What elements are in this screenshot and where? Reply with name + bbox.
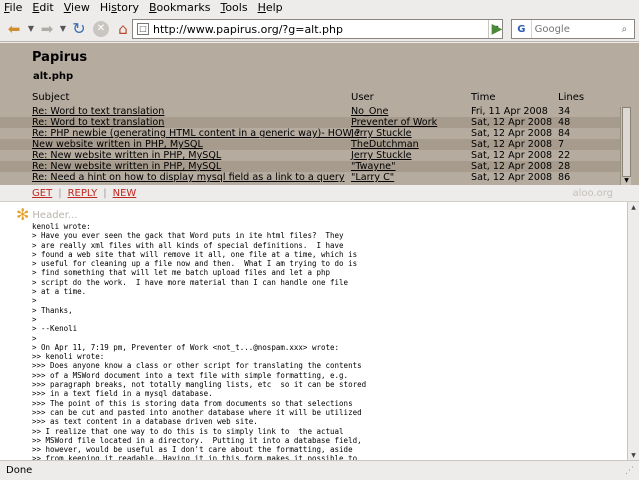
thread-subject-link[interactable]: Re: New website written in PHP, MySQL <box>32 150 221 161</box>
url-input[interactable]: http://www.papirus.org/?g=alt.php <box>153 23 488 36</box>
separator: | <box>103 187 107 199</box>
stop-button[interactable]: ✕ <box>90 18 112 40</box>
thread-user-link[interactable]: TheDutchman <box>351 139 419 150</box>
thread-lines: 34 <box>558 106 571 117</box>
menu-view[interactable]: View <box>59 0 95 16</box>
thread-subject-link[interactable]: Re: Word to text translation <box>32 106 164 117</box>
navigation-toolbar: ⬅ ▼ ➡ ▼ ↻ ✕ ⌂ □ http://www.papirus.org/?… <box>0 16 639 42</box>
thread-lines: 86 <box>558 172 571 183</box>
thread-list-scrollbar[interactable]: ▼ <box>620 107 631 185</box>
go-button[interactable]: ▶ <box>488 20 506 38</box>
status-text: Done <box>6 465 33 476</box>
thread-subject-link[interactable]: Re: Need a hint on how to display mysql … <box>32 172 345 183</box>
site-brand: aloo.org <box>572 187 613 199</box>
thread-row[interactable]: New website written in PHP, MySQL TheDut… <box>0 139 620 150</box>
thread-lines: 7 <box>558 139 565 150</box>
back-button[interactable]: ⬅ <box>2 18 26 40</box>
thread-user-link[interactable]: Preventer of Work <box>351 117 437 128</box>
thread-row[interactable]: Re: New website written in PHP, MySQL "T… <box>0 161 620 172</box>
chevron-down-icon: ▼ <box>59 24 67 33</box>
reply-link[interactable]: REPLY <box>68 188 98 199</box>
column-header-subject[interactable]: Subject <box>32 92 69 103</box>
thread-row[interactable]: Re: PHP newbie (generating HTML content … <box>0 128 620 139</box>
thread-subject-link[interactable]: Re: Word to text translation <box>32 117 164 128</box>
separator: | <box>58 187 62 199</box>
reload-button[interactable]: ↻ <box>68 18 90 40</box>
reload-icon: ↻ <box>72 19 86 38</box>
thread-row[interactable]: Re: Need a hint on how to display mysql … <box>0 172 620 183</box>
scroll-up-icon[interactable]: ▲ <box>628 202 639 213</box>
thread-lines: 48 <box>558 117 571 128</box>
forward-history-dropdown[interactable]: ▼ <box>58 18 68 40</box>
message-pane: ✻ Header... kenoli wrote: > Have you eve… <box>0 201 639 460</box>
column-header-lines[interactable]: Lines <box>558 92 584 103</box>
header-toggle-label: Header... <box>32 209 78 221</box>
column-header-user[interactable]: User <box>351 92 374 103</box>
thread-table: Re: Word to text translation No_One Fri,… <box>0 106 620 183</box>
header-toggle[interactable]: ✻ Header... <box>16 205 78 224</box>
menu-tools[interactable]: Tools <box>215 0 252 16</box>
status-bar: Done ⋰ <box>0 460 639 480</box>
home-button[interactable]: ⌂ <box>112 18 134 40</box>
scroll-down-icon[interactable]: ▼ <box>622 177 631 185</box>
thread-list-pane: Papirus alt.php Subject User Time Lines … <box>0 43 639 185</box>
message-scrollbar[interactable]: ▲ ▼ <box>627 202 639 460</box>
search-icon[interactable]: ⌕ <box>622 24 634 35</box>
thread-row[interactable]: Re: Word to text translation No_One Fri,… <box>0 106 620 117</box>
stop-icon: ✕ <box>93 20 109 37</box>
page-icon: □ <box>137 23 149 35</box>
google-icon: G <box>517 23 526 35</box>
message-action-bar: GET | REPLY | NEW aloo.org <box>0 185 639 201</box>
thread-row[interactable]: Re: New website written in PHP, MySQL Je… <box>0 150 620 161</box>
newsgroup-name: alt.php <box>33 71 74 82</box>
thread-user-link[interactable]: "Larry C" <box>351 172 394 183</box>
thread-time: Sat, 12 Apr 2008 <box>471 172 553 183</box>
menu-bar: File Edit View History Bookmarks Tools H… <box>0 0 639 16</box>
address-bar[interactable]: □ http://www.papirus.org/?g=alt.php ▼ <box>132 19 503 39</box>
thread-subject-link[interactable]: Re: New website written in PHP, MySQL <box>32 161 221 172</box>
thread-user-link[interactable]: Jerry Stuckle <box>351 128 412 139</box>
thread-user-link[interactable]: "Twayne" <box>351 161 395 172</box>
thread-lines: 28 <box>558 161 571 172</box>
thread-user-link[interactable]: Jerry Stuckle <box>351 150 412 161</box>
thread-lines: 22 <box>558 150 571 161</box>
thread-lines: 84 <box>558 128 571 139</box>
menu-edit[interactable]: Edit <box>27 0 58 16</box>
scroll-down-icon[interactable]: ▼ <box>628 450 639 460</box>
go-arrow-icon: ▶ <box>491 21 503 37</box>
thread-time: Sat, 12 Apr 2008 <box>471 161 553 172</box>
menu-bookmarks[interactable]: Bookmarks <box>144 0 215 16</box>
search-bar[interactable]: G ⌕ <box>511 19 635 39</box>
menu-file[interactable]: File <box>0 0 27 16</box>
back-history-dropdown[interactable]: ▼ <box>26 18 36 40</box>
thread-time: Fri, 11 Apr 2008 <box>471 106 548 117</box>
thread-time: Sat, 12 Apr 2008 <box>471 139 553 150</box>
home-icon: ⌂ <box>118 19 128 38</box>
resize-grip-icon[interactable]: ⋰ <box>625 466 637 478</box>
thread-time: Sat, 12 Apr 2008 <box>471 150 553 161</box>
thread-time: Sat, 12 Apr 2008 <box>471 117 553 128</box>
search-engine-selector[interactable]: G <box>512 20 532 38</box>
arrow-right-icon: ➡ <box>40 19 54 38</box>
message-body: kenoli wrote: > Have you ever seen the g… <box>32 222 367 460</box>
forward-button[interactable]: ➡ <box>36 18 58 40</box>
get-link[interactable]: GET <box>32 188 52 199</box>
asterisk-icon: ✻ <box>16 205 30 224</box>
search-input[interactable] <box>531 23 622 35</box>
app-title: Papirus <box>32 50 88 65</box>
arrow-left-icon: ⬅ <box>7 19 21 38</box>
thread-time: Sat, 12 Apr 2008 <box>471 128 553 139</box>
chevron-down-icon: ▼ <box>27 24 35 33</box>
thread-subject-link[interactable]: Re: PHP newbie (generating HTML content … <box>32 128 360 139</box>
menu-history[interactable]: History <box>95 0 144 16</box>
thread-row[interactable]: Re: Word to text translation Preventer o… <box>0 117 620 128</box>
thread-user-link[interactable]: No_One <box>351 106 388 117</box>
column-header-time[interactable]: Time <box>471 92 495 103</box>
scrollbar-thumb[interactable] <box>622 107 631 177</box>
menu-help[interactable]: Help <box>253 0 288 16</box>
new-link[interactable]: NEW <box>113 188 137 199</box>
thread-subject-link[interactable]: New website written in PHP, MySQL <box>32 139 203 150</box>
